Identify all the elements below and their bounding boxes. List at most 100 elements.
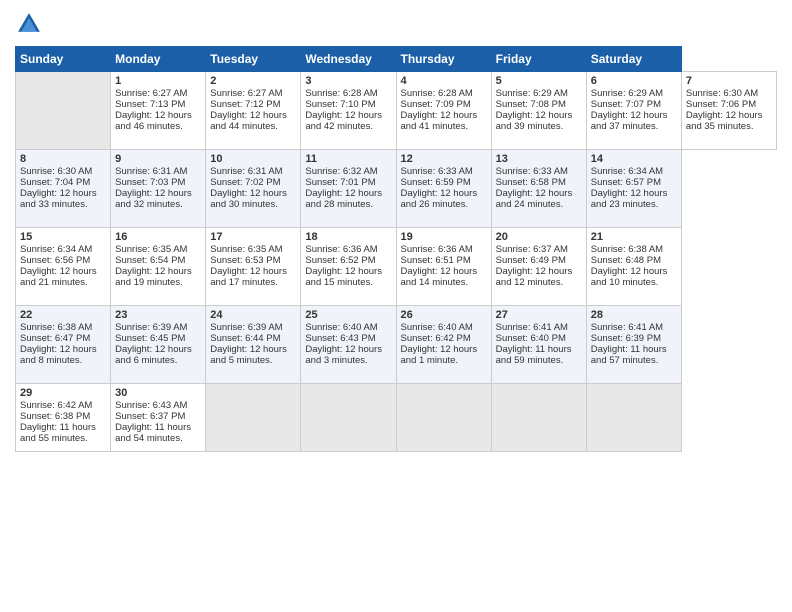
logo [15,10,47,38]
weekday-header-monday: Monday [111,47,206,72]
daylight-label: Daylight: 12 hours and 37 minutes. [591,110,668,132]
sunset-text: Sunset: 7:02 PM [210,177,280,188]
sunset-text: Sunset: 7:06 PM [686,99,756,110]
sunrise-text: Sunrise: 6:31 AM [115,166,187,177]
sunset-text: Sunset: 7:04 PM [20,177,90,188]
sunset-text: Sunset: 7:12 PM [210,99,280,110]
daylight-label: Daylight: 12 hours and 1 minute. [401,344,478,366]
daylight-label: Daylight: 12 hours and 21 minutes. [20,266,97,288]
sunset-text: Sunset: 6:48 PM [591,255,661,266]
sunset-text: Sunset: 6:57 PM [591,177,661,188]
calendar-week-4: 22Sunrise: 6:38 AMSunset: 6:47 PMDayligh… [16,306,777,384]
sunset-text: Sunset: 6:54 PM [115,255,185,266]
table-row: 15Sunrise: 6:34 AMSunset: 6:56 PMDayligh… [16,228,111,306]
sunset-text: Sunset: 7:09 PM [401,99,471,110]
sunrise-text: Sunrise: 6:29 AM [496,88,568,99]
table-row: 23Sunrise: 6:39 AMSunset: 6:45 PMDayligh… [111,306,206,384]
calendar-week-1: 1Sunrise: 6:27 AMSunset: 7:13 PMDaylight… [16,72,777,150]
day-number: 19 [401,231,487,243]
table-row: 21Sunrise: 6:38 AMSunset: 6:48 PMDayligh… [586,228,681,306]
sunset-text: Sunset: 6:52 PM [305,255,375,266]
table-row: 9Sunrise: 6:31 AMSunset: 7:03 PMDaylight… [111,150,206,228]
sunrise-text: Sunrise: 6:41 AM [496,322,568,333]
table-row: 3Sunrise: 6:28 AMSunset: 7:10 PMDaylight… [301,72,396,150]
sunset-text: Sunset: 6:47 PM [20,333,90,344]
sunset-text: Sunset: 7:07 PM [591,99,661,110]
day-number: 29 [20,387,106,399]
table-row: 22Sunrise: 6:38 AMSunset: 6:47 PMDayligh… [16,306,111,384]
sunset-text: Sunset: 7:10 PM [305,99,375,110]
table-row: 13Sunrise: 6:33 AMSunset: 6:58 PMDayligh… [491,150,586,228]
sunrise-text: Sunrise: 6:33 AM [496,166,568,177]
day-number: 1 [115,75,201,87]
table-row: 1Sunrise: 6:27 AMSunset: 7:13 PMDaylight… [111,72,206,150]
sunset-text: Sunset: 6:58 PM [496,177,566,188]
daylight-label: Daylight: 12 hours and 26 minutes. [401,188,478,210]
day-number: 30 [115,387,201,399]
table-row: 16Sunrise: 6:35 AMSunset: 6:54 PMDayligh… [111,228,206,306]
day-number: 21 [591,231,677,243]
daylight-label: Daylight: 12 hours and 33 minutes. [20,188,97,210]
day-number: 3 [305,75,391,87]
day-number: 24 [210,309,296,321]
sunset-text: Sunset: 7:03 PM [115,177,185,188]
day-number: 13 [496,153,582,165]
table-row: 30Sunrise: 6:43 AMSunset: 6:37 PMDayligh… [111,384,206,452]
sunrise-text: Sunrise: 6:40 AM [305,322,377,333]
daylight-label: Daylight: 12 hours and 8 minutes. [20,344,97,366]
day-number: 18 [305,231,391,243]
day-number: 26 [401,309,487,321]
table-row: 24Sunrise: 6:39 AMSunset: 6:44 PMDayligh… [206,306,301,384]
sunrise-text: Sunrise: 6:35 AM [115,244,187,255]
sunrise-text: Sunrise: 6:34 AM [20,244,92,255]
sunrise-text: Sunrise: 6:37 AM [496,244,568,255]
weekday-header-thursday: Thursday [396,47,491,72]
table-row: 14Sunrise: 6:34 AMSunset: 6:57 PMDayligh… [586,150,681,228]
daylight-label: Daylight: 11 hours and 54 minutes. [115,422,191,444]
weekday-header-tuesday: Tuesday [206,47,301,72]
weekday-header-row: SundayMondayTuesdayWednesdayThursdayFrid… [16,47,777,72]
sunrise-text: Sunrise: 6:36 AM [401,244,473,255]
sunrise-text: Sunrise: 6:40 AM [401,322,473,333]
sunrise-text: Sunrise: 6:32 AM [305,166,377,177]
table-row: 17Sunrise: 6:35 AMSunset: 6:53 PMDayligh… [206,228,301,306]
day-number: 14 [591,153,677,165]
sunrise-text: Sunrise: 6:33 AM [401,166,473,177]
daylight-label: Daylight: 12 hours and 10 minutes. [591,266,668,288]
daylight-label: Daylight: 12 hours and 30 minutes. [210,188,287,210]
day-number: 5 [496,75,582,87]
day-number: 22 [20,309,106,321]
table-row: 7Sunrise: 6:30 AMSunset: 7:06 PMDaylight… [681,72,776,150]
sunrise-text: Sunrise: 6:34 AM [591,166,663,177]
sunset-text: Sunset: 6:44 PM [210,333,280,344]
sunset-text: Sunset: 6:49 PM [496,255,566,266]
daylight-label: Daylight: 12 hours and 44 minutes. [210,110,287,132]
day-number: 15 [20,231,106,243]
calendar-week-2: 8Sunrise: 6:30 AMSunset: 7:04 PMDaylight… [16,150,777,228]
sunset-text: Sunset: 6:40 PM [496,333,566,344]
daylight-label: Daylight: 12 hours and 46 minutes. [115,110,192,132]
table-row: 28Sunrise: 6:41 AMSunset: 6:39 PMDayligh… [586,306,681,384]
sunrise-text: Sunrise: 6:39 AM [210,322,282,333]
sunrise-text: Sunrise: 6:30 AM [686,88,758,99]
calendar-table: SundayMondayTuesdayWednesdayThursdayFrid… [15,46,777,452]
day-number: 9 [115,153,201,165]
logo-icon [15,10,43,38]
table-row: 6Sunrise: 6:29 AMSunset: 7:07 PMDaylight… [586,72,681,150]
daylight-label: Daylight: 12 hours and 24 minutes. [496,188,573,210]
sunset-text: Sunset: 6:59 PM [401,177,471,188]
sunset-text: Sunset: 6:42 PM [401,333,471,344]
daylight-label: Daylight: 11 hours and 59 minutes. [496,344,572,366]
day-number: 7 [686,75,772,87]
sunset-text: Sunset: 6:56 PM [20,255,90,266]
sunset-text: Sunset: 6:53 PM [210,255,280,266]
day-number: 8 [20,153,106,165]
sunset-text: Sunset: 6:39 PM [591,333,661,344]
sunrise-text: Sunrise: 6:35 AM [210,244,282,255]
table-row [586,384,681,452]
table-row [396,384,491,452]
sunrise-text: Sunrise: 6:28 AM [401,88,473,99]
day-number: 17 [210,231,296,243]
sunrise-text: Sunrise: 6:38 AM [20,322,92,333]
table-row: 18Sunrise: 6:36 AMSunset: 6:52 PMDayligh… [301,228,396,306]
